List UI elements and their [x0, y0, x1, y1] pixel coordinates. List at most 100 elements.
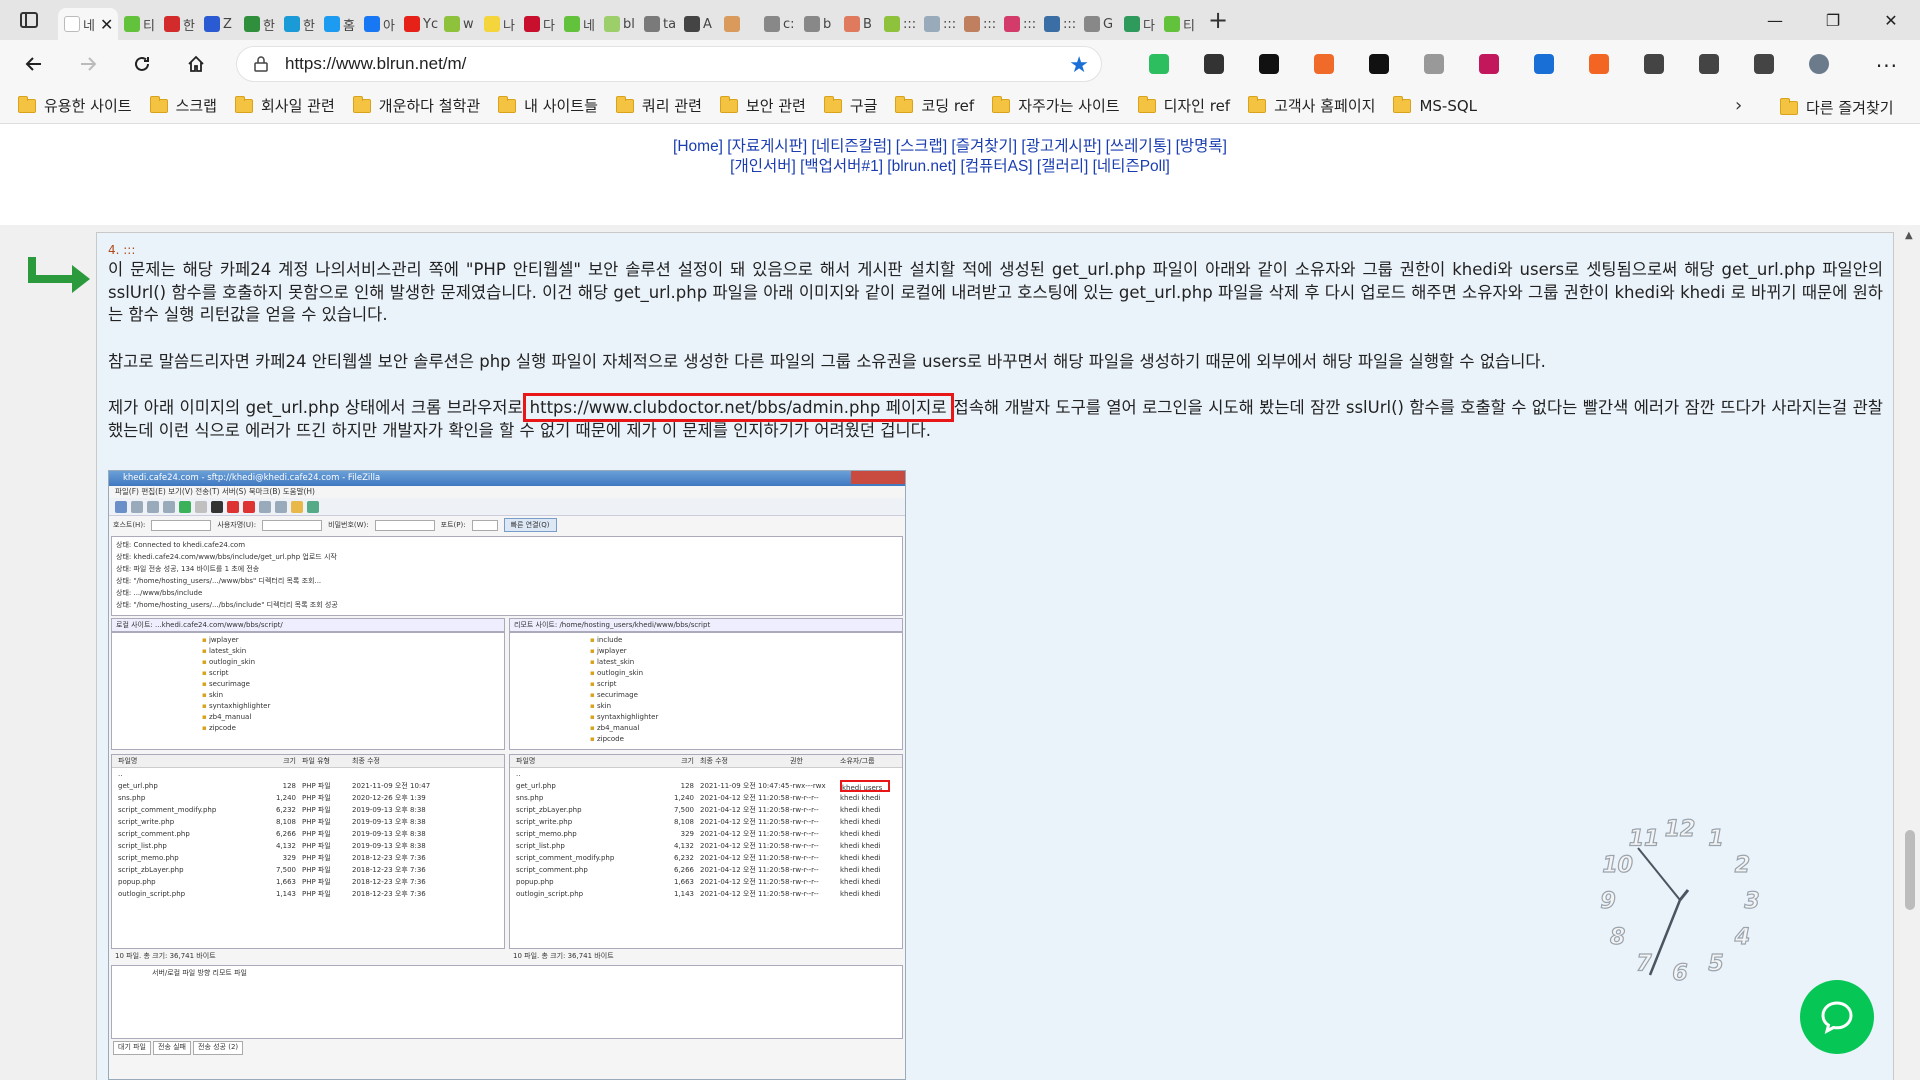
browser-tab[interactable]: 티 — [1158, 8, 1198, 40]
close-tab-icon[interactable]: ✕ — [100, 15, 113, 34]
browser-tab[interactable]: 네 — [558, 8, 598, 40]
filezilla-message-log: 상태: Connected to khedi.cafe24.com 상태: khe… — [111, 536, 903, 616]
chat-button[interactable] — [1800, 980, 1874, 1054]
file-cell: PHP 파일 — [302, 818, 331, 826]
address-bar[interactable]: https://www.blrun.net/m/ ★ — [236, 46, 1102, 82]
browser-tab[interactable]: 한 — [278, 8, 318, 40]
browser-tab[interactable]: ::: — [878, 8, 918, 40]
page-scrollbar[interactable]: ▲ — [1900, 225, 1920, 1080]
bookmark-folder[interactable]: 스크랩 — [149, 95, 217, 116]
close-window-button[interactable]: ✕ — [1862, 0, 1920, 40]
url-text[interactable]: https://www.blrun.net/m/ — [285, 54, 466, 74]
puzzle-button[interactable] — [1633, 48, 1674, 80]
tab-favicon-icon — [364, 16, 380, 32]
browser-tab[interactable]: 다 — [518, 8, 558, 40]
favorite-star-icon[interactable]: ★ — [1069, 53, 1089, 78]
ex-button[interactable] — [1303, 48, 1344, 80]
bookmark-folder[interactable]: 구글 — [823, 95, 878, 116]
site-nav-line-2[interactable]: [개인서버] [백업서버#1] [blrun.net] [컴퓨터AS] [갤러리… — [0, 157, 1900, 177]
file-cell: 2021-04-12 오전 11:20:58 — [700, 830, 790, 838]
bookmark-label: 자주가는 사이트 — [1018, 97, 1120, 115]
e-circle-button[interactable] — [1193, 48, 1234, 80]
browser-tab[interactable]: 아 — [358, 8, 398, 40]
browser-tab[interactable]: b — [798, 8, 838, 40]
browser-tab[interactable]: 네 ✕ — [58, 8, 118, 40]
browser-tab[interactable]: 다 — [1118, 8, 1158, 40]
browser-tab[interactable]: 한 — [158, 8, 198, 40]
tab-title: 홈 — [343, 18, 355, 34]
camera-button[interactable] — [1413, 48, 1454, 80]
cancel-icon — [227, 500, 239, 513]
browser-tab[interactable]: A — [678, 8, 718, 40]
file-row: script_comment_modify.php 6,232 2021-04-12… — [510, 852, 902, 864]
bookmark-folder[interactable]: MS-SQL — [1393, 95, 1477, 115]
layers-button[interactable] — [1523, 48, 1564, 80]
bookmarks-bar: 유용한 사이트 스크랩 회사일 관련 개운하다 철학관 내 사이트들 쿼리 관련 보안 관련… — [0, 88, 1920, 124]
tab-favicon-icon — [324, 16, 340, 32]
browser-tab[interactable]: 티 — [118, 8, 158, 40]
tab-title: 나 — [503, 18, 515, 34]
bookmark-folder[interactable]: 쿼리 관련 — [615, 95, 702, 116]
bookmark-folder[interactable]: 디자인 ref — [1137, 95, 1230, 116]
browser-tab[interactable]: bl — [598, 8, 638, 40]
tree-folder: zipcode — [202, 723, 504, 734]
minimize-button[interactable]: — — [1746, 0, 1804, 40]
tab-title: Z — [223, 16, 232, 32]
scrollbar-thumb[interactable] — [1905, 830, 1915, 910]
browser-tab[interactable]: 홈 — [318, 8, 358, 40]
collections-button[interactable] — [1743, 48, 1784, 80]
refresh-button[interactable] — [122, 44, 162, 84]
other-favorites[interactable]: 다른 즐겨찾기 — [1780, 97, 1894, 118]
tab-favicon-icon — [484, 16, 500, 32]
back-button[interactable] — [14, 44, 54, 84]
site-nav-line-1[interactable]: [Home] [자료게시판] [네티즌칼럼] [스크랩] [즐겨찾기] [광고게… — [0, 137, 1900, 157]
bookmark-folder[interactable]: 유용한 사이트 — [18, 95, 132, 116]
bookmark-folder[interactable]: 자주가는 사이트 — [992, 95, 1120, 116]
bookmark-folder[interactable]: 보안 관련 — [719, 95, 806, 116]
bookmark-label: 구글 — [849, 97, 878, 115]
browser-tab[interactable]: c: — [758, 8, 798, 40]
rss-button[interactable] — [1578, 48, 1619, 80]
browser-tab[interactable]: 나 — [478, 8, 518, 40]
browser-tab[interactable]: 한 — [238, 8, 278, 40]
forward-button[interactable] — [68, 44, 108, 84]
binary-button[interactable] — [1248, 48, 1289, 80]
toolbar-icon — [291, 500, 303, 513]
log-line: 상태: khedi.cafe24.com/www/bbs/include/get… — [116, 553, 337, 561]
file-cell: script_zbLayer.php — [516, 806, 582, 814]
settings-menu-icon[interactable]: ··· — [1876, 54, 1898, 78]
lock-icon[interactable] — [251, 54, 271, 74]
browser-tab[interactable]: G — [1078, 8, 1118, 40]
bookmark-folder[interactable]: 내 사이트들 — [498, 95, 598, 116]
bookmarks-overflow-chevron-icon[interactable]: › — [1735, 88, 1742, 124]
profile-avatar-button[interactable] — [1798, 48, 1839, 80]
new-tab-button[interactable]: + — [1198, 0, 1238, 40]
bookmark-folder[interactable]: 코딩 ref — [895, 95, 974, 116]
bookmark-folder[interactable]: 개운하다 철학관 — [352, 95, 480, 116]
scroll-up-arrow-icon[interactable]: ▲ — [1905, 230, 1913, 241]
bookmark-folder[interactable]: 회사일 관련 — [234, 95, 335, 116]
browser-tab[interactable]: Yc — [398, 8, 438, 40]
browser-tab[interactable]: ta — [638, 8, 678, 40]
tab-actions-button[interactable] — [0, 0, 58, 40]
green-arrow-icon — [28, 257, 90, 293]
favorites-button[interactable] — [1688, 48, 1729, 80]
file-cell: 329 — [680, 830, 694, 838]
browser-tab[interactable]: Z — [198, 8, 238, 40]
browser-tab[interactable]: ::: — [1038, 8, 1078, 40]
browser-tab[interactable]: ::: — [918, 8, 958, 40]
evernote-button[interactable] — [1138, 48, 1179, 80]
clock-hand — [1637, 847, 1681, 901]
home-button[interactable] — [176, 44, 216, 84]
browser-tab[interactable]: w — [438, 8, 478, 40]
browser-tab[interactable]: ::: — [998, 8, 1038, 40]
restore-button[interactable]: ❐ — [1804, 0, 1862, 40]
download-arrow-button[interactable] — [1358, 48, 1399, 80]
browser-tab[interactable] — [718, 8, 758, 40]
browser-tab[interactable]: ::: — [958, 8, 998, 40]
browser-tab[interactable]: B — [838, 8, 878, 40]
bookmark-folder[interactable]: 고객사 홈페이지 — [1248, 95, 1375, 116]
file-cell: 2021-11-09 오전 10:47 — [352, 782, 431, 790]
file-cell — [302, 768, 352, 780]
color-wheel-button[interactable] — [1468, 48, 1509, 80]
